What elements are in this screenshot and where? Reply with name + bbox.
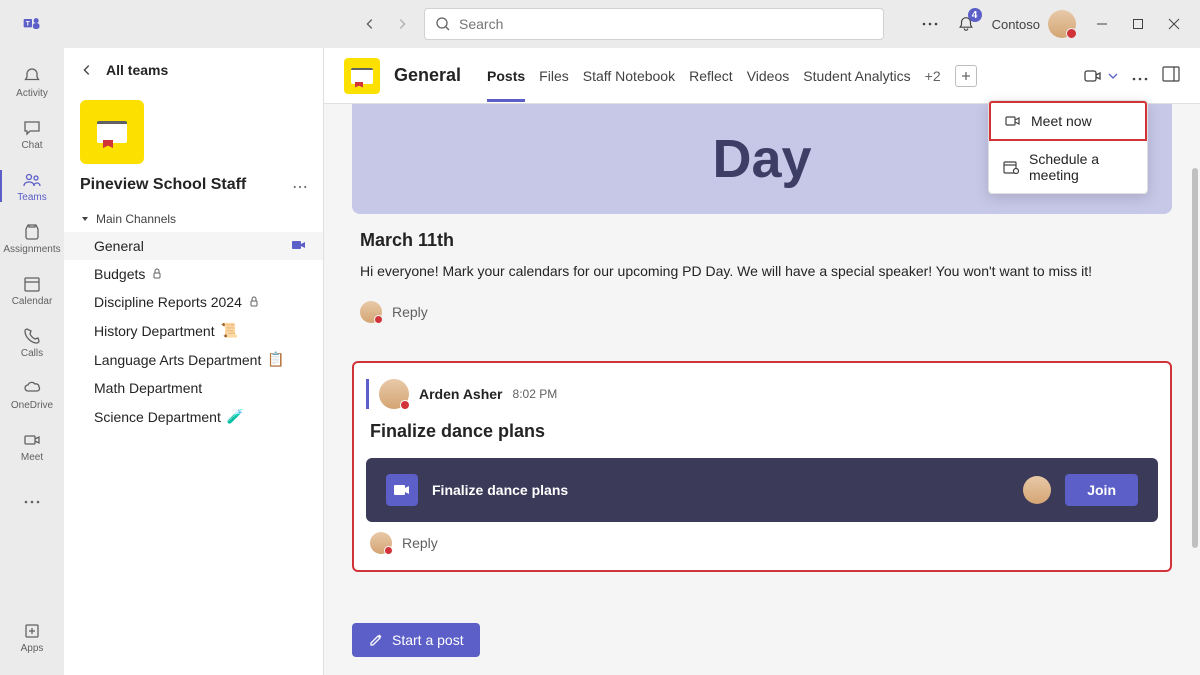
team-name: Pineview School Staff [80, 176, 246, 194]
caret-down-icon [80, 214, 90, 224]
channel-title: General [394, 65, 461, 86]
channel-general[interactable]: General [64, 232, 323, 260]
calendar-icon [1003, 160, 1019, 174]
channel-avatar [344, 58, 380, 94]
lock-icon [151, 268, 163, 280]
channel-discipline[interactable]: Discipline Reports 2024 [64, 288, 323, 316]
channels-section-header[interactable]: Main Channels [64, 206, 323, 232]
org-name: Contoso [992, 17, 1040, 32]
book-icon [351, 68, 373, 84]
team-more-icon[interactable] [293, 176, 307, 194]
tab-reflect[interactable]: Reflect [689, 50, 733, 102]
chevron-down-icon [1108, 73, 1118, 79]
author-avatar[interactable] [379, 379, 409, 409]
rail-apps[interactable]: Apps [0, 611, 64, 663]
minimize-button[interactable] [1084, 6, 1120, 42]
reply-button[interactable]: Reply [360, 295, 1164, 329]
tab-posts[interactable]: Posts [487, 50, 525, 102]
search-icon [435, 16, 451, 32]
teams-logo-icon: T [8, 14, 56, 34]
book-icon [97, 121, 127, 143]
meet-now-item[interactable]: Meet now [989, 101, 1147, 141]
app-rail: Activity Chat Teams Assignments Calendar… [0, 48, 64, 675]
reply-button[interactable]: Reply [366, 522, 1158, 554]
channel-math[interactable]: Math Department [64, 374, 323, 402]
test-tube-icon: 🧪 [227, 408, 244, 425]
author-name[interactable]: Arden Asher [419, 386, 503, 402]
search-input[interactable] [459, 16, 873, 32]
tab-videos[interactable]: Videos [747, 50, 790, 102]
post-title: March 11th [360, 230, 1164, 251]
meeting-camera-icon [386, 474, 418, 506]
search-box[interactable] [424, 8, 884, 40]
svg-text:T: T [26, 21, 30, 28]
notification-badge: 4 [968, 8, 982, 22]
user-avatar[interactable] [1048, 10, 1076, 38]
back-button[interactable] [356, 10, 384, 38]
post-timestamp: 8:02 PM [513, 387, 558, 401]
tab-files[interactable]: Files [539, 50, 569, 102]
rail-assignments[interactable]: Assignments [0, 212, 64, 264]
rail-teams[interactable]: Teams [0, 160, 64, 212]
participant-avatar [1023, 476, 1051, 504]
meet-dropdown-menu: Meet now Schedule a meeting [988, 100, 1148, 194]
channel-header: General Posts Files Staff Notebook Refle… [324, 48, 1200, 104]
clipboard-icon: 📋 [267, 351, 284, 368]
team-avatar [80, 100, 144, 164]
start-post-button[interactable]: Start a post [352, 623, 480, 657]
main-content: General Posts Files Staff Notebook Refle… [324, 48, 1200, 675]
camera-icon [1005, 115, 1021, 127]
notification-bell-icon[interactable]: 4 [948, 6, 984, 42]
meeting-title: Finalize dance plans [432, 482, 1009, 498]
titlebar: T 4 Contoso [0, 0, 1200, 48]
channel-science[interactable]: Science Department🧪 [64, 402, 323, 431]
camera-icon [1084, 69, 1102, 83]
meet-dropdown-button[interactable] [1084, 69, 1118, 83]
maximize-button[interactable] [1120, 6, 1156, 42]
schedule-meeting-item[interactable]: Schedule a meeting [989, 141, 1147, 193]
back-all-teams[interactable]: All teams [64, 48, 323, 92]
rail-more[interactable] [0, 476, 64, 528]
rail-calls[interactable]: Calls [0, 316, 64, 368]
channel-history[interactable]: History Department📜 [64, 316, 323, 345]
open-pane-icon[interactable] [1162, 66, 1180, 85]
meeting-card[interactable]: Finalize dance plans Join [366, 458, 1158, 522]
tab-overflow[interactable]: +2 [925, 68, 941, 84]
chevron-left-icon [80, 63, 94, 77]
rail-calendar[interactable]: Calendar [0, 264, 64, 316]
channel-language-arts[interactable]: Language Arts Department📋 [64, 345, 323, 374]
channel-more-icon[interactable] [1132, 68, 1148, 84]
join-meeting-button[interactable]: Join [1065, 474, 1138, 506]
compose-icon [368, 632, 384, 648]
scroll-icon: 📜 [221, 322, 238, 339]
rail-chat[interactable]: Chat [0, 108, 64, 160]
channel-sidebar: All teams Pineview School Staff Main Cha… [64, 48, 324, 675]
thread-item: Arden Asher 8:02 PM Finalize dance plans… [352, 361, 1172, 572]
lock-icon [248, 296, 260, 308]
meeting-indicator-icon [291, 238, 307, 254]
rail-onedrive[interactable]: OneDrive [0, 368, 64, 420]
add-tab-button[interactable] [955, 65, 977, 87]
rail-meet[interactable]: Meet [0, 420, 64, 472]
thread-title: Finalize dance plans [370, 421, 1158, 442]
post-item: March 11th Hi everyone! Mark your calend… [352, 230, 1172, 341]
more-options-icon[interactable] [912, 6, 948, 42]
channel-budgets[interactable]: Budgets [64, 260, 323, 288]
forward-button[interactable] [388, 10, 416, 38]
tab-student-analytics[interactable]: Student Analytics [803, 50, 910, 102]
post-body: Hi everyone! Mark your calendars for our… [360, 263, 1164, 279]
avatar [370, 532, 392, 554]
rail-activity[interactable]: Activity [0, 56, 64, 108]
tab-staff-notebook[interactable]: Staff Notebook [583, 50, 675, 102]
close-button[interactable] [1156, 6, 1192, 42]
compose-area: Start a post [324, 611, 1200, 675]
avatar [360, 301, 382, 323]
scrollbar[interactable] [1192, 168, 1198, 548]
